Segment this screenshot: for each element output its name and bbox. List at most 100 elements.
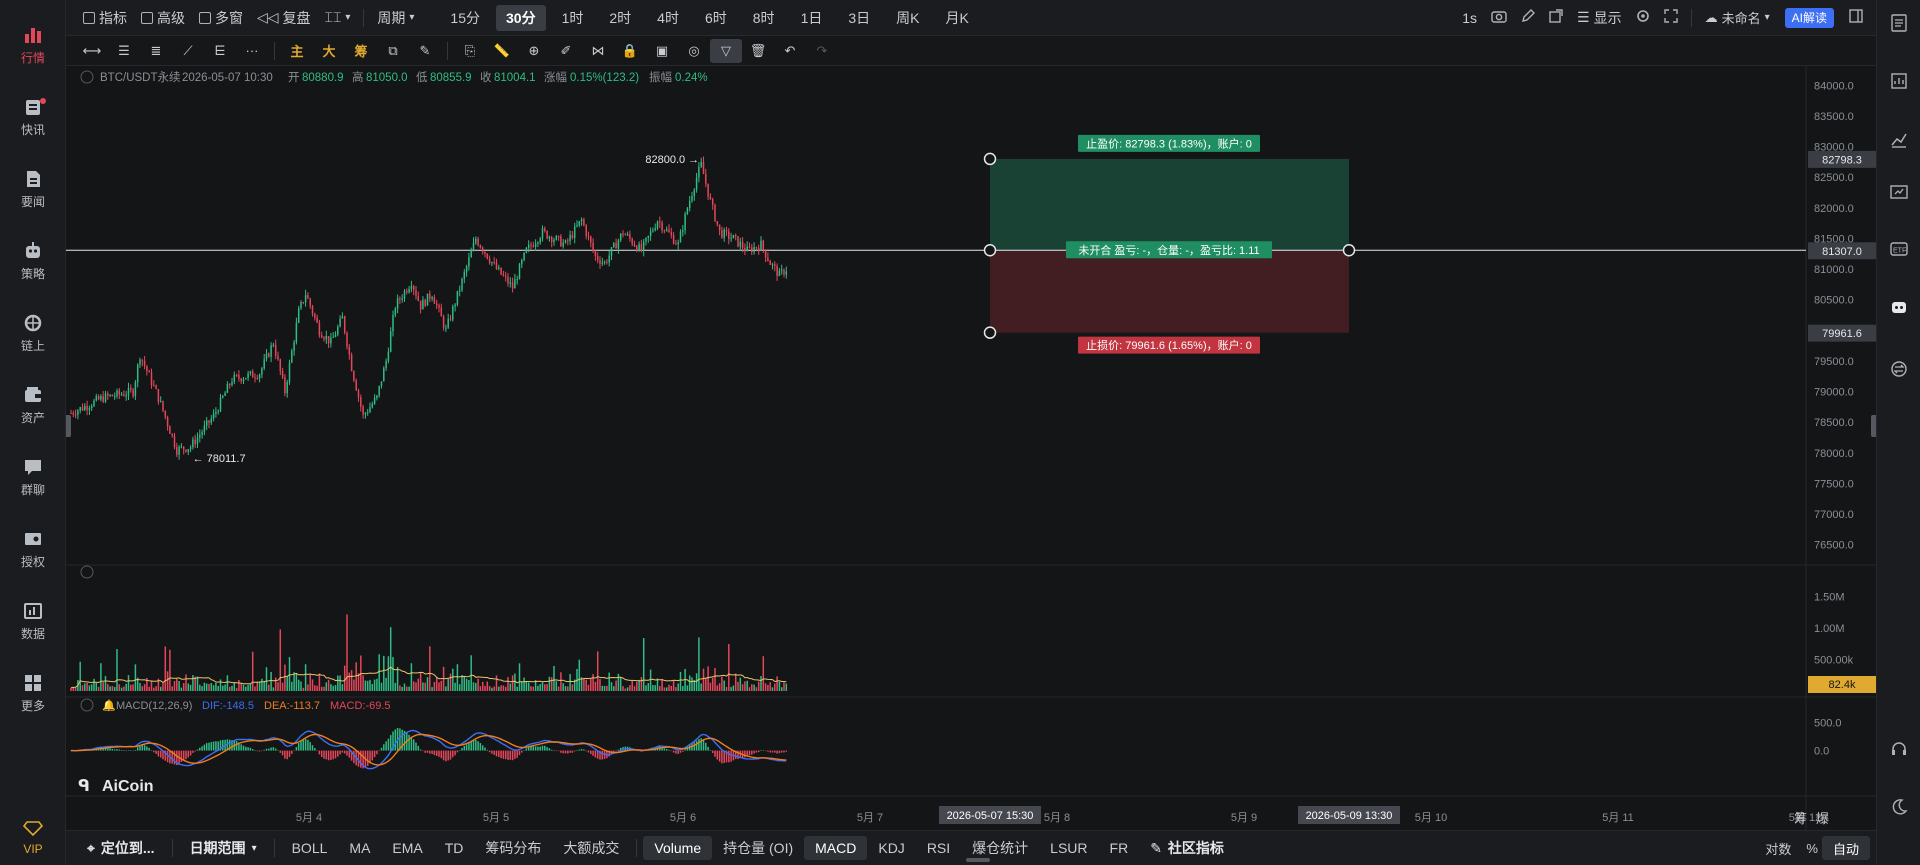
fullscreen-button[interactable] bbox=[1657, 5, 1685, 31]
chip-toggle[interactable]: 筹 bbox=[345, 39, 377, 63]
hide-tool[interactable]: ◎ bbox=[678, 39, 710, 63]
theme-button[interactable] bbox=[1889, 798, 1909, 818]
chart-type-button[interactable]: ⌶⌶ ▾ bbox=[318, 5, 358, 31]
sidebar-item-more[interactable]: 更多 bbox=[0, 662, 66, 724]
copy-tool[interactable]: ⎘ bbox=[454, 39, 486, 63]
lock-tool[interactable]: 🔒 bbox=[614, 39, 646, 63]
percent-scale-button[interactable]: % bbox=[1802, 836, 1822, 860]
layout-name-button[interactable]: ☁ 未命名 ▾ bbox=[1698, 5, 1777, 31]
period-button[interactable]: 周期 ▾ bbox=[370, 5, 421, 31]
sidebar-item-assets[interactable]: 资产 bbox=[0, 374, 66, 436]
timeframe-button[interactable]: 2时 bbox=[599, 5, 641, 31]
delete-tool[interactable]: 🗑 bbox=[742, 39, 774, 63]
fib-tool[interactable]: ⋿ bbox=[204, 39, 236, 63]
indicator-button[interactable]: 指标 bbox=[76, 5, 134, 31]
main-indicator-button[interactable]: 筹码分布 bbox=[474, 836, 552, 860]
monitor-button[interactable] bbox=[1889, 184, 1909, 204]
date-range-button[interactable]: 日期范围 ▾ bbox=[179, 836, 268, 860]
help-button[interactable] bbox=[1889, 740, 1909, 760]
sub-indicator-button[interactable]: FR bbox=[1099, 836, 1140, 860]
auto-scale-button[interactable]: 自动 bbox=[1821, 836, 1870, 860]
timeframe-button[interactable]: 6时 bbox=[695, 5, 737, 31]
redo-button[interactable]: ↷ bbox=[806, 39, 838, 63]
filter-tool[interactable]: ▽ bbox=[710, 38, 742, 63]
sidebar-item-license[interactable]: 授权 bbox=[0, 518, 66, 580]
compare-tool[interactable]: ⧉ bbox=[377, 39, 409, 63]
large-order-toggle[interactable]: 大 bbox=[313, 39, 345, 63]
advanced-button[interactable]: 高级 bbox=[134, 5, 192, 31]
main-indicator-button[interactable]: EMA bbox=[381, 836, 433, 860]
ai-analysis-button[interactable]: AI解读 bbox=[1784, 7, 1834, 28]
chip-short-label[interactable]: 筹 bbox=[1794, 811, 1807, 826]
timeframe-button[interactable]: 30分 bbox=[496, 4, 546, 31]
magnet-tool[interactable]: ⋈ bbox=[582, 39, 614, 63]
display-button[interactable]: ☰ 显示 bbox=[1570, 5, 1629, 31]
sidebar-item-strategy[interactable]: 策略 bbox=[0, 230, 66, 292]
channel-tool[interactable]: ≣ bbox=[140, 39, 172, 63]
sub-indicator-button[interactable]: LSUR bbox=[1039, 836, 1098, 860]
sidebar-item-flash[interactable]: 快讯 bbox=[0, 86, 66, 148]
liquidation-short-label[interactable]: 爆 bbox=[1816, 811, 1829, 826]
collapse-panel-button[interactable] bbox=[1842, 5, 1870, 31]
log-scale-button[interactable]: 对数 bbox=[1754, 836, 1802, 860]
timeframe-button[interactable]: 月K bbox=[936, 5, 979, 31]
main-indicator-button[interactable]: BOLL bbox=[281, 836, 339, 860]
trend-button[interactable] bbox=[1889, 130, 1909, 150]
sub-indicator-button[interactable]: MACD bbox=[804, 836, 868, 860]
left-collapse-handle[interactable] bbox=[66, 415, 71, 437]
bot-button[interactable] bbox=[1889, 298, 1909, 318]
main-indicator-button[interactable]: MA bbox=[338, 836, 381, 860]
template-tool[interactable]: ▣ bbox=[646, 39, 678, 63]
sidebar-item-onchain[interactable]: 链上 bbox=[0, 302, 66, 364]
sidebar-item-news[interactable]: 要闻 bbox=[0, 158, 66, 220]
timeframe-button[interactable]: 8时 bbox=[743, 5, 785, 31]
bell-icon[interactable]: 🔔 bbox=[102, 699, 116, 712]
timeframe-button[interactable]: 3日 bbox=[838, 5, 880, 31]
locate-button[interactable]: ⌖ 定位到... bbox=[76, 836, 166, 860]
timeframe-button[interactable]: 4时 bbox=[647, 5, 689, 31]
multi-window-button[interactable]: 多窗 bbox=[192, 5, 250, 31]
main-force-toggle[interactable]: 主 bbox=[281, 39, 313, 63]
sidebar-item-chat[interactable]: 群聊 bbox=[0, 446, 66, 508]
etf-button[interactable]: ETF bbox=[1889, 240, 1909, 260]
settings-button[interactable] bbox=[1629, 5, 1657, 31]
camera-button[interactable] bbox=[1484, 5, 1514, 31]
position-handle[interactable] bbox=[983, 244, 997, 257]
ruler-tool[interactable]: 📏 bbox=[486, 39, 518, 63]
marker-tool[interactable]: ✐ bbox=[550, 39, 582, 63]
community-indicator-button[interactable]: ✎ 社区指标 bbox=[1139, 836, 1235, 860]
main-indicator-button[interactable]: 大额成交 bbox=[552, 836, 630, 860]
bottom-resize-handle[interactable] bbox=[966, 858, 990, 862]
replay-button[interactable]: ◁◁ 复盘 bbox=[250, 5, 318, 31]
trend-line-tool[interactable]: ⟋ bbox=[172, 39, 204, 63]
sidebar-item-market[interactable]: 行情 bbox=[0, 14, 66, 76]
position-handle[interactable] bbox=[983, 152, 997, 166]
timeframe-button[interactable]: 1时 bbox=[552, 5, 594, 31]
more-tools[interactable]: ··· bbox=[236, 39, 268, 63]
sidebar-item-vip[interactable]: VIP bbox=[0, 812, 66, 862]
popout-button[interactable] bbox=[1542, 5, 1570, 31]
sub-indicator-button[interactable]: 持仓量 (OI) bbox=[712, 836, 804, 860]
depth-button[interactable] bbox=[1889, 72, 1909, 92]
brush-tool[interactable]: ✎ bbox=[409, 39, 441, 63]
sub-indicator-button[interactable]: KDJ bbox=[867, 836, 915, 860]
main-indicator-button[interactable]: TD bbox=[434, 836, 475, 860]
zoom-tool[interactable]: ⊕ bbox=[518, 39, 550, 63]
sub-indicator-button[interactable]: RSI bbox=[916, 836, 961, 860]
sub-indicator-button[interactable]: 爆仓统计 bbox=[961, 836, 1039, 860]
timeframe-button[interactable]: 周K bbox=[886, 5, 929, 31]
chart-area[interactable]: BTC/USDT永续 2026-05-07 10:30 开 80880.9 高 … bbox=[66, 66, 1876, 830]
parallel-line-tool[interactable]: ☰ bbox=[108, 39, 140, 63]
edit-button[interactable] bbox=[1514, 5, 1542, 31]
orderbook-button[interactable] bbox=[1889, 13, 1909, 34]
position-handle[interactable] bbox=[1342, 244, 1356, 257]
sub-indicator-button[interactable]: Volume bbox=[643, 836, 713, 860]
position-handle[interactable] bbox=[983, 326, 997, 339]
swap-button[interactable] bbox=[1889, 360, 1909, 380]
horizontal-line-tool[interactable]: ⟷ bbox=[76, 39, 108, 63]
timeframe-button[interactable]: 1日 bbox=[791, 5, 833, 31]
undo-button[interactable]: ↶ bbox=[774, 39, 806, 63]
timeframe-button[interactable]: 15分 bbox=[440, 5, 490, 31]
sidebar-item-data[interactable]: 数据 bbox=[0, 590, 66, 652]
interval-1s-button[interactable]: 1s bbox=[1455, 5, 1484, 31]
